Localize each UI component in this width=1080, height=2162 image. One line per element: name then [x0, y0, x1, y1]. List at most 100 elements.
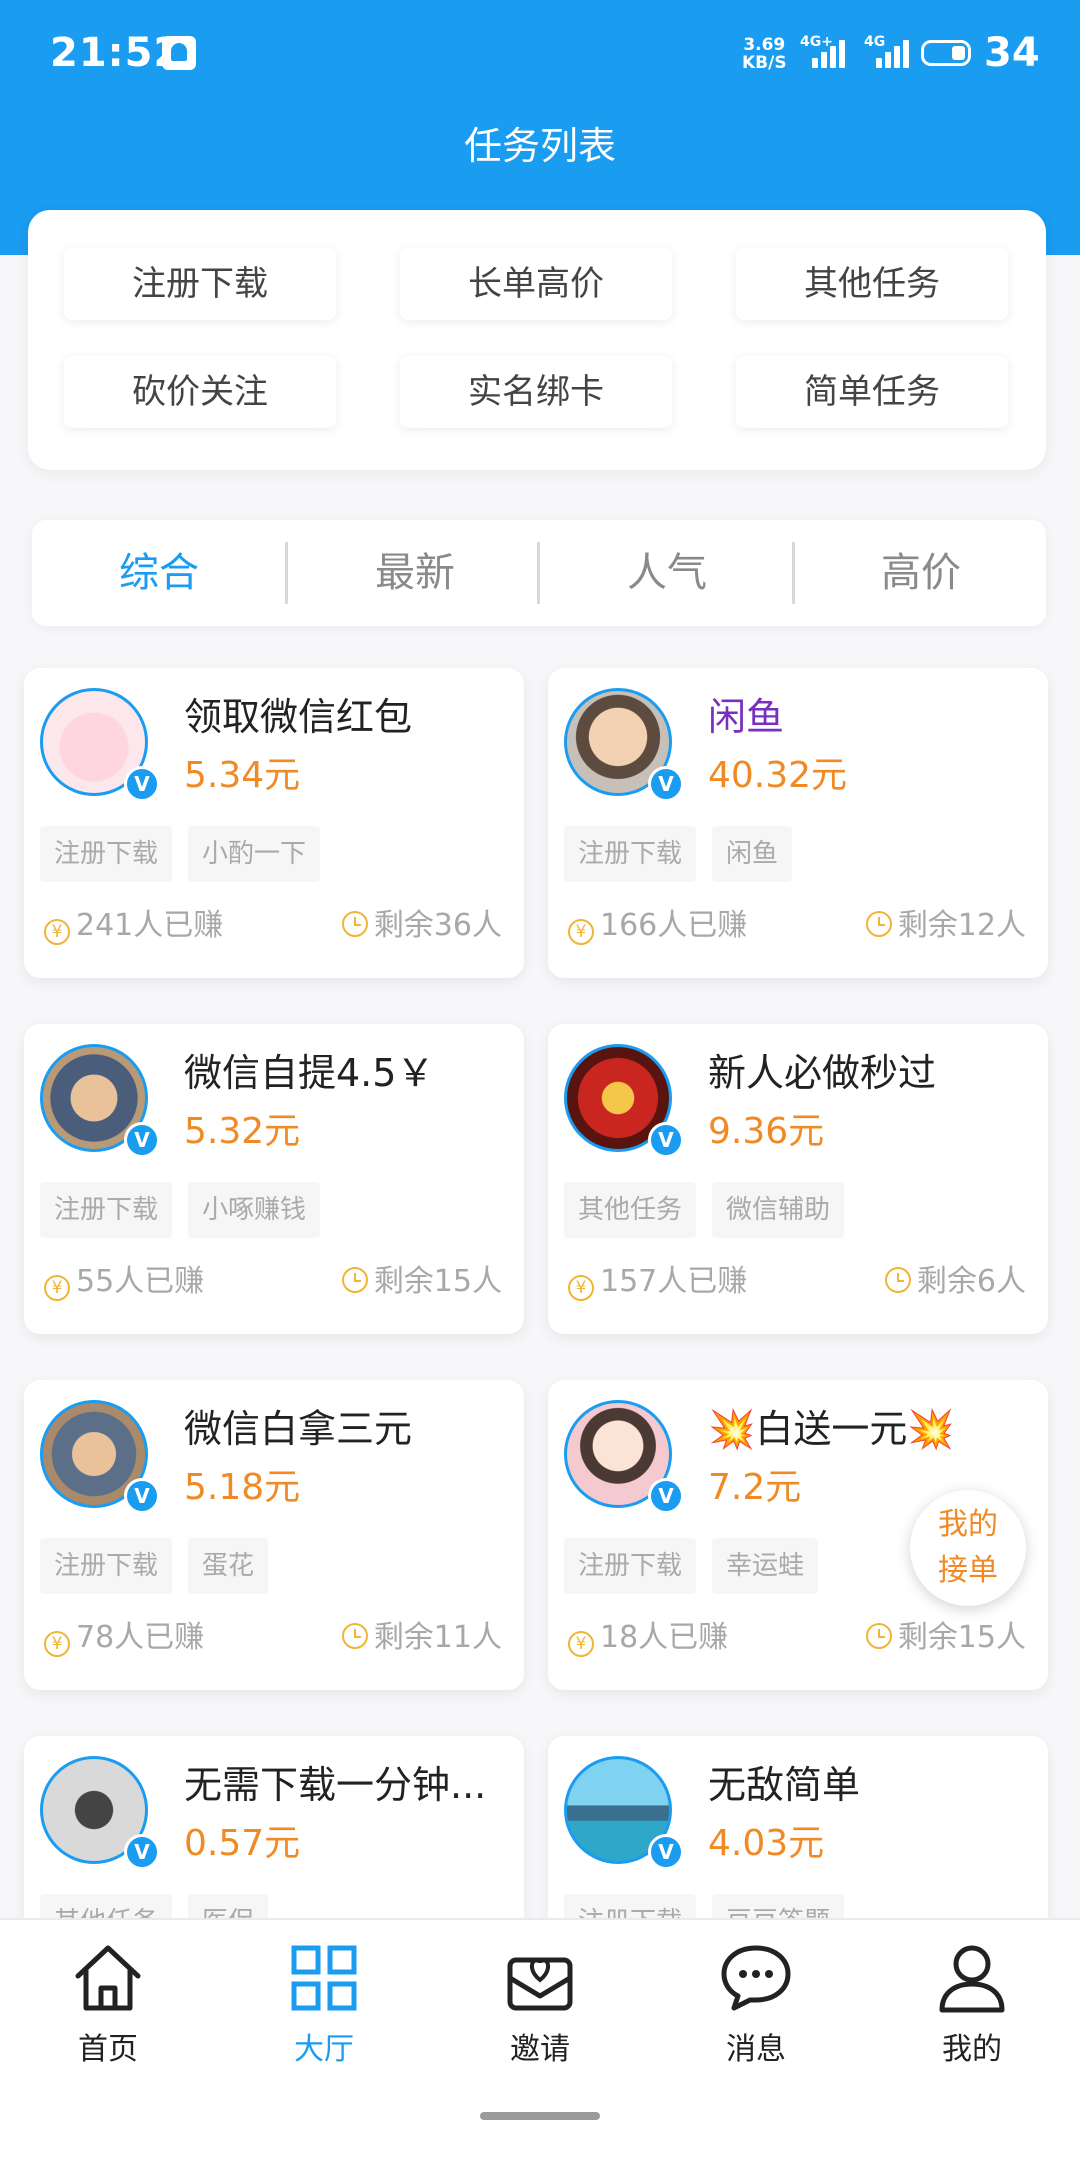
battery-icon: [921, 40, 971, 66]
earned-count: ¥166人已赚: [568, 900, 747, 945]
task-tag: 微信辅助: [712, 1182, 845, 1238]
home-indicator[interactable]: [480, 2112, 600, 2120]
task-tag: 小酌一下: [188, 826, 321, 882]
task-title: 无敌简单: [708, 1763, 861, 1807]
remaining-count: 剩余36人: [341, 900, 502, 944]
category-other-tasks[interactable]: 其他任务: [736, 248, 1008, 320]
task-price: 5.34元: [184, 755, 301, 796]
yen-icon: ¥: [44, 1275, 70, 1301]
verified-badge-icon: V: [124, 766, 160, 802]
task-title: 闲鱼: [708, 695, 785, 739]
task-card[interactable]: V 领取微信红包 5.34元 注册下载 小酌一下 ¥241人已赚 剩余36人: [24, 668, 524, 978]
tab-comprehensive[interactable]: 综合: [32, 520, 286, 626]
yen-icon: ¥: [44, 919, 70, 945]
signal-4g-icon: 4G: [864, 34, 910, 68]
task-card[interactable]: V 闲鱼 40.32元 注册下载 闲鱼 ¥166人已赚 剩余12人: [548, 668, 1048, 978]
verified-badge-icon: V: [648, 1834, 684, 1870]
task-tag: 其他任务: [564, 1182, 697, 1238]
bottom-navigation: 首页 大厅 邀请 消息 我的: [0, 1918, 1080, 2162]
task-tag: 注册下载: [564, 1538, 697, 1594]
category-panel: 注册下载 长单高价 其他任务 砍价关注 实名绑卡 简单任务: [28, 210, 1046, 470]
task-tag: 蛋花: [188, 1538, 269, 1594]
nav-label: 消息: [726, 2032, 786, 2067]
verified-badge-icon: V: [648, 1122, 684, 1158]
chat-bubble-icon: [721, 1945, 791, 2011]
nav-label: 邀请: [510, 2032, 570, 2067]
category-long-order-high-price[interactable]: 长单高价: [400, 248, 672, 320]
earned-count: ¥78人已赚: [44, 1612, 204, 1657]
category-realname-bindcard[interactable]: 实名绑卡: [400, 356, 672, 428]
envelope-heart-icon: [507, 1957, 573, 2011]
tab-newest[interactable]: 最新: [288, 520, 542, 626]
remaining-count: 剩余11人: [341, 1612, 502, 1656]
task-title: 💥白送一元💥: [708, 1407, 955, 1451]
nav-invite[interactable]: 邀请: [432, 1938, 648, 2078]
task-price: 5.32元: [184, 1111, 301, 1152]
verified-badge-icon: V: [124, 1478, 160, 1514]
task-card[interactable]: V 微信白拿三元 5.18元 注册下载 蛋花 ¥78人已赚 剩余11人: [24, 1380, 524, 1690]
task-price: 4.03元: [708, 1823, 825, 1864]
clock-icon: [341, 1623, 368, 1649]
verified-badge-icon: V: [648, 1478, 684, 1514]
earned-count: ¥157人已赚: [568, 1256, 747, 1301]
verified-badge-icon: V: [124, 1834, 160, 1870]
tab-popular[interactable]: 人气: [540, 520, 794, 626]
task-price: 9.36元: [708, 1111, 825, 1152]
home-icon: [75, 1945, 141, 2011]
earned-count: ¥18人已赚: [568, 1612, 728, 1657]
nav-hall[interactable]: 大厅: [216, 1938, 432, 2078]
notification-icon: [162, 36, 196, 70]
verified-badge-icon: V: [124, 1122, 160, 1158]
earned-count: ¥241人已赚: [44, 900, 223, 945]
task-title: 微信自提4.5￥: [184, 1051, 435, 1095]
my-orders-float-button[interactable]: 我的 接单: [910, 1490, 1026, 1606]
remaining-count: 剩余15人: [341, 1256, 502, 1300]
task-card[interactable]: V 微信自提4.5￥ 5.32元 注册下载 小啄赚钱 ¥55人已赚 剩余15人: [24, 1024, 524, 1334]
task-tag: 注册下载: [40, 826, 173, 882]
task-tag: 闲鱼: [712, 826, 793, 882]
task-title: 微信白拿三元: [184, 1407, 413, 1451]
yen-icon: ¥: [568, 1275, 594, 1301]
nav-label: 首页: [78, 2032, 138, 2067]
status-bar: 21:52 3.69 KB/S 4G+ 4G 34: [0, 0, 1080, 110]
remaining-count: 剩余12人: [865, 900, 1026, 944]
grid-icon: [291, 1945, 357, 2011]
task-tag: 注册下载: [564, 826, 697, 882]
task-tag: 幸运蛙: [712, 1538, 819, 1594]
task-card[interactable]: V 新人必做秒过 9.36元 其他任务 微信辅助 ¥157人已赚 剩余6人: [548, 1024, 1048, 1334]
battery-level: 34: [984, 30, 1040, 76]
page-title: 任务列表: [463, 124, 616, 168]
nav-label: 大厅: [294, 2032, 354, 2067]
task-tag: 注册下载: [40, 1182, 173, 1238]
category-bargain-follow[interactable]: 砍价关注: [64, 356, 336, 428]
sort-tabs: 综合 最新 人气 高价: [32, 520, 1046, 626]
task-tag: 小啄赚钱: [188, 1182, 321, 1238]
clock-icon: [865, 1623, 892, 1649]
nav-profile[interactable]: 我的: [864, 1938, 1080, 2078]
task-title: 领取微信红包: [184, 695, 413, 739]
task-price: 7.2元: [708, 1467, 802, 1508]
category-simple-tasks[interactable]: 简单任务: [736, 356, 1008, 428]
task-title: 无需下载一分钟...: [184, 1763, 487, 1807]
task-tag: 注册下载: [40, 1538, 173, 1594]
nav-home[interactable]: 首页: [0, 1938, 216, 2078]
task-price: 0.57元: [184, 1823, 301, 1864]
nav-messages[interactable]: 消息: [648, 1938, 864, 2078]
clock-icon: [884, 1267, 911, 1293]
category-register-download[interactable]: 注册下载: [64, 248, 336, 320]
yen-icon: ¥: [568, 919, 594, 945]
user-icon: [939, 1945, 1005, 2013]
clock-icon: [341, 911, 368, 937]
task-title: 新人必做秒过: [708, 1051, 937, 1095]
signal-4g-plus-icon: 4G+: [800, 34, 846, 68]
task-price: 5.18元: [184, 1467, 301, 1508]
earned-count: ¥55人已赚: [44, 1256, 204, 1301]
task-price: 40.32元: [708, 755, 848, 796]
verified-badge-icon: V: [648, 766, 684, 802]
tab-high-price[interactable]: 高价: [794, 520, 1048, 626]
network-speed: 3.69 KB/S: [742, 35, 787, 73]
nav-label: 我的: [942, 2032, 1002, 2067]
clock-icon: [341, 1267, 368, 1293]
remaining-count: 剩余6人: [884, 1256, 1026, 1300]
yen-icon: ¥: [44, 1631, 70, 1657]
